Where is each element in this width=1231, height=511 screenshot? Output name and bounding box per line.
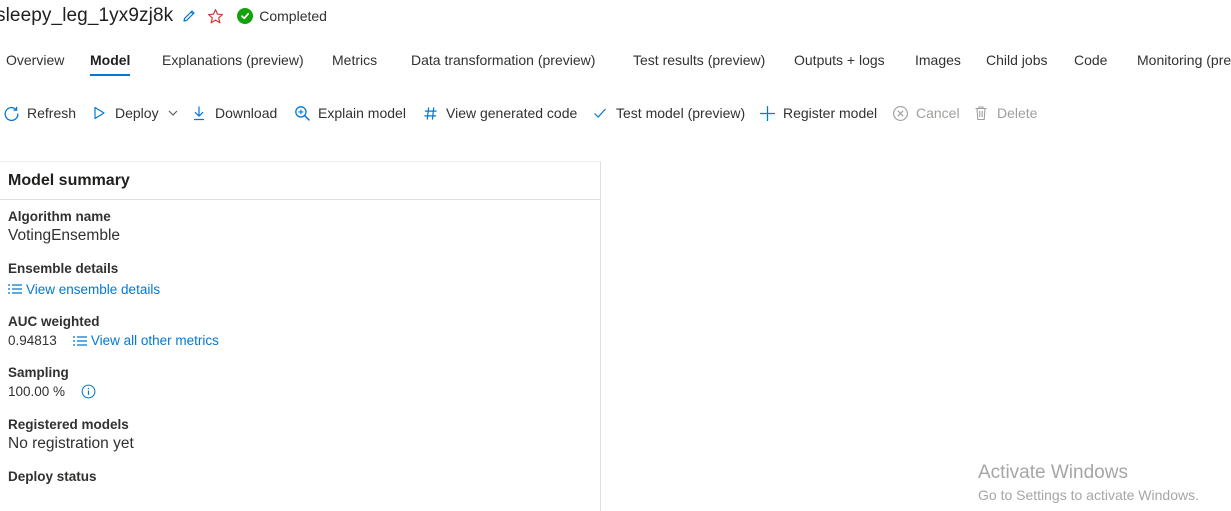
favorite-star-icon[interactable]	[205, 6, 225, 26]
registered-models-value: No registration yet	[8, 435, 134, 452]
register-model-button[interactable]: Register model	[758, 100, 877, 126]
watermark-title: Activate Windows	[978, 462, 1128, 483]
deploy-button[interactable]: Deploy	[90, 100, 182, 126]
ensemble-label: Ensemble details	[8, 261, 119, 276]
view-generated-code-label: View generated code	[446, 105, 578, 121]
ensemble-field: Ensemble details View ensemble details	[8, 261, 160, 299]
deploy-status-field: Deploy status	[8, 469, 97, 484]
status-text: Completed	[259, 8, 327, 24]
download-label: Download	[215, 105, 278, 121]
tab-metrics[interactable]: Metrics	[332, 52, 377, 68]
play-icon	[90, 104, 108, 122]
cancel-circle-icon	[891, 104, 909, 122]
tab-overview[interactable]: Overview	[6, 52, 64, 68]
activate-windows-watermark: Activate Windows Go to Settings to activ…	[978, 462, 1199, 503]
tab-explanations[interactable]: Explanations (preview)	[162, 52, 304, 68]
info-icon[interactable]	[81, 384, 96, 399]
cancel-label: Cancel	[916, 105, 960, 121]
list-icon	[72, 335, 87, 346]
tab-model[interactable]: Model	[90, 52, 131, 76]
view-all-metrics-link[interactable]: View all other metrics	[72, 333, 219, 348]
edit-pencil-icon[interactable]	[179, 6, 199, 26]
completed-check-icon	[237, 8, 254, 24]
sampling-value: 100.00 %	[8, 384, 66, 399]
tab-code[interactable]: Code	[1074, 52, 1107, 68]
view-ensemble-details-link[interactable]: View ensemble details	[8, 282, 160, 297]
test-model-button[interactable]: Test model (preview)	[591, 100, 745, 126]
tab-data-transformation[interactable]: Data transformation (preview)	[411, 52, 595, 68]
auc-row: 0.94813 View all other metrics	[8, 333, 219, 348]
view-generated-code-button[interactable]: View generated code	[421, 100, 577, 126]
checkmark-icon	[591, 104, 609, 122]
auc-field: AUC weighted 0.94813 View all other metr…	[8, 314, 219, 348]
deploy-label: Deploy	[115, 105, 159, 121]
sampling-label: Sampling	[8, 365, 69, 380]
test-model-label: Test model (preview)	[616, 105, 746, 121]
watermark-subtitle: Go to Settings to activate Windows.	[978, 487, 1199, 503]
tab-child-jobs[interactable]: Child jobs	[986, 52, 1047, 68]
tab-outputs-logs[interactable]: Outputs + logs	[794, 52, 885, 68]
algorithm-value: VotingEnsemble	[8, 227, 121, 244]
deploy-status-label: Deploy status	[8, 469, 97, 484]
download-icon	[190, 104, 208, 122]
view-all-metrics-label: View all other metrics	[90, 333, 219, 348]
refresh-button[interactable]: Refresh	[2, 100, 76, 126]
auc-label: AUC weighted	[8, 314, 100, 329]
view-ensemble-details-label: View ensemble details	[26, 281, 161, 297]
refresh-icon	[2, 104, 20, 122]
model-summary-title: Model summary	[0, 162, 600, 200]
register-model-label: Register model	[783, 105, 878, 121]
delete-button[interactable]: Delete	[972, 100, 1037, 126]
tab-images[interactable]: Images	[915, 52, 961, 68]
refresh-label: Refresh	[27, 105, 77, 121]
tab-monitoring[interactable]: Monitoring (preview)	[1137, 52, 1231, 68]
magnifier-icon	[293, 104, 311, 122]
model-summary-panel: Model summary Algorithm name VotingEnsem…	[0, 161, 601, 511]
chevron-down-icon	[164, 104, 182, 122]
algorithm-label: Algorithm name	[8, 209, 111, 224]
cancel-button[interactable]: Cancel	[891, 100, 960, 126]
sampling-field: Sampling 100.00 %	[8, 365, 96, 399]
registered-models-label: Registered models	[8, 417, 129, 432]
job-title-row: sleepy_leg_1yx9zj8k Completed	[0, 3, 327, 29]
explain-model-label: Explain model	[318, 105, 406, 121]
plus-icon	[758, 104, 776, 122]
delete-label: Delete	[997, 105, 1038, 121]
tab-test-results[interactable]: Test results (preview)	[633, 52, 765, 68]
status-badge: Completed	[237, 8, 327, 24]
job-title: sleepy_leg_1yx9zj8k	[0, 5, 174, 26]
explain-model-button[interactable]: Explain model	[293, 100, 406, 126]
trash-icon	[972, 104, 990, 122]
download-button[interactable]: Download	[190, 100, 277, 126]
list-icon	[8, 284, 22, 294]
auc-value: 0.94813	[8, 333, 57, 348]
hashtag-icon	[421, 104, 439, 122]
sampling-row: 100.00 %	[8, 384, 96, 399]
algorithm-field: Algorithm name VotingEnsemble	[8, 209, 120, 245]
registered-models-field: Registered models No registration yet	[8, 417, 134, 453]
